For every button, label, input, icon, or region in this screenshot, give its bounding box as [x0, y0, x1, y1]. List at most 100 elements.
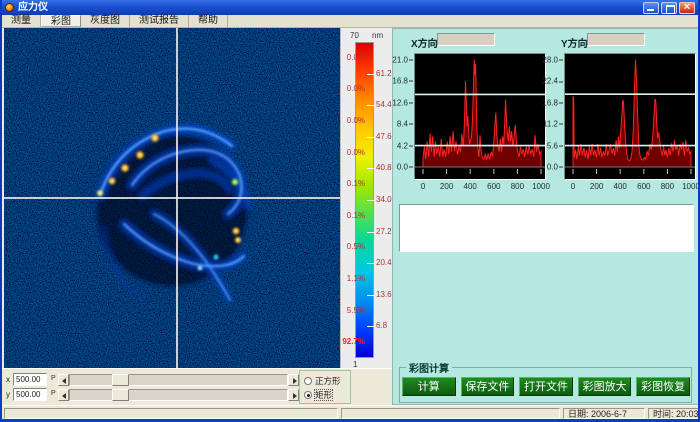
x-scrollbar-track[interactable]: [69, 374, 288, 386]
colorbar-value-label: 6.8: [376, 321, 388, 331]
client-area: 70 nm 1 61.2 54.4 47.6 40.8 34.0 27.2 20.4 13.6…: [2, 28, 700, 405]
colorbar-percent-label: 5.5%: [346, 305, 365, 315]
crosshair-horizontal[interactable]: [4, 197, 340, 199]
x-scroll-left-arrow[interactable]: [58, 374, 69, 386]
colorbar: 70 nm 1 61.2 54.4 47.6 40.8 34.0 27.2 20.4 13.6…: [340, 28, 392, 369]
calc-button-4[interactable]: 彩图恢复: [636, 377, 690, 396]
menu-bar: 测量 彩图 灰度图 测试报告 帮助: [2, 15, 698, 28]
status-date: 日期: 2006-6-7: [563, 408, 645, 419]
x-tick-label: 1000: [682, 182, 700, 191]
colorbar-value-label: 61.2: [376, 68, 392, 78]
menu-item-0[interactable]: 测量: [2, 15, 41, 27]
x-tick-label: 0: [570, 182, 576, 191]
y-axis-label: y: [6, 390, 10, 399]
colorbar-value-label: 20.4: [376, 258, 392, 268]
x-direction-value-input[interactable]: [437, 33, 495, 46]
status-panel-left: [4, 408, 338, 419]
calc-button-3[interactable]: 彩图放大: [577, 377, 632, 396]
y-tick-label: 21.0: [392, 55, 413, 64]
colorbar-percent-label: 0.0%: [346, 116, 365, 125]
colorbar-tick: [367, 326, 374, 328]
colorbar-percent-label: 0.5%: [346, 242, 365, 252]
colorbar-percent-label: 0.0%: [346, 147, 365, 157]
menu-item-3[interactable]: 测试报告: [130, 15, 189, 27]
y-tick-label: 12.6: [392, 98, 413, 107]
status-bar: 日期: 2006-6-7 时间: 20:03:45: [2, 405, 698, 419]
shape-radio-0[interactable]: 正方形: [304, 375, 341, 387]
colorbar-tick: [367, 73, 374, 75]
y-tick-label: 4.2: [397, 141, 413, 150]
colorbar-tick: [367, 136, 374, 138]
x-axis-label: x: [6, 375, 10, 384]
title-bar: 应力仪: [2, 0, 698, 15]
app-window: 应力仪 测量彩图灰度图测试报告帮助: [0, 0, 700, 422]
menu-item-4[interactable]: 帮助: [189, 15, 228, 27]
radio-circle-icon: [304, 391, 312, 399]
x-position-input[interactable]: [13, 373, 47, 386]
restore-button[interactable]: [661, 1, 677, 14]
colorbar-max-label: 70: [350, 31, 359, 40]
x-direction-chart[interactable]: [414, 53, 546, 180]
calc-button-1[interactable]: 保存文件: [460, 377, 515, 396]
status-time: 时间: 20:03:45: [648, 408, 698, 419]
x-tick-label: 800: [510, 182, 525, 191]
calc-buttons: 计算 保存文件 打开文件 彩图放大 彩图恢复: [402, 377, 690, 396]
shape-radio-1[interactable]: 矩形: [304, 389, 334, 401]
menu-item-1[interactable]: 彩图: [41, 15, 81, 27]
y-tick-label: 0.0: [397, 163, 413, 172]
colorbar-tick: [367, 294, 374, 296]
x-spin-label: P: [51, 375, 56, 382]
y-tick-label: 16.8: [392, 77, 413, 86]
y-scrollbar-track[interactable]: [69, 389, 288, 401]
position-controls: x P y P 正方形矩形: [2, 368, 392, 405]
shape-radio-group: 正方形 矩形: [299, 370, 351, 404]
result-text-area[interactable]: [399, 204, 694, 252]
y-spin-label: P: [51, 390, 56, 397]
colorbar-percent-label: 1.1%: [346, 274, 365, 283]
minimize-button[interactable]: [643, 1, 659, 14]
y-direction-value-input[interactable]: [587, 33, 645, 46]
x-tick-label: 400: [613, 182, 627, 191]
heatmap-view[interactable]: [4, 28, 340, 368]
y-scroll-right-arrow[interactable]: [288, 389, 299, 401]
x-tick-label: 1000: [532, 182, 550, 191]
x-chart-y-axis: 21.0 16.8 12.6 8.4 4.2 0.0: [392, 53, 413, 180]
colorbar-tick: [367, 105, 374, 107]
y-chart-y-axis: 28.0 22.4 16.8 11.2 5.6 0.0: [542, 53, 563, 180]
radio-label: 正方形: [315, 376, 341, 386]
x-tick-label: 200: [589, 182, 604, 191]
y-tick-label: 22.4: [542, 77, 563, 86]
close-button[interactable]: [679, 1, 695, 14]
y-direction-label: Y方向: [561, 39, 588, 50]
x-scrollbar-thumb[interactable]: [112, 374, 129, 386]
menu-item-2[interactable]: 灰度图: [81, 15, 130, 27]
y-position-input[interactable]: [13, 388, 47, 401]
calc-button-0[interactable]: 计算: [402, 377, 456, 396]
colorbar-value-label: 47.6: [376, 131, 392, 141]
y-tick-label: 28.0: [542, 55, 563, 64]
window-title: 应力仪: [18, 2, 48, 13]
y-tick-label: 0.0: [547, 163, 563, 172]
y-scrollbar-thumb[interactable]: [112, 389, 129, 401]
colorbar-tick: [367, 200, 374, 201]
y-direction-chart[interactable]: [564, 53, 696, 180]
calc-group-title: 彩图计算: [406, 360, 452, 375]
colorbar-value-label: 40.8: [376, 163, 392, 173]
calc-button-2[interactable]: 打开文件: [519, 377, 573, 396]
colorbar-percent-label: 0.0%: [346, 84, 365, 94]
y-tick-label: 11.2: [543, 120, 563, 129]
y-scroll-left-arrow[interactable]: [58, 389, 69, 401]
x-tick-label: 600: [637, 182, 651, 191]
colorbar-value-label: 13.6: [376, 289, 392, 299]
colorbar-percent-label: 0.0%: [346, 52, 365, 62]
app-icon: [5, 3, 14, 12]
x-scroll-right-arrow[interactable]: [288, 374, 299, 386]
x-tick-label: 600: [487, 182, 501, 191]
colorbar-percent-label: 92.7%: [342, 337, 365, 347]
colorbar-tick: [367, 263, 374, 265]
colorbar-percent-label: 0.1%: [346, 179, 365, 189]
x-direction-label: X方向: [411, 39, 438, 50]
x-tick-label: 200: [439, 182, 454, 191]
radio-label: 矩形: [313, 389, 334, 401]
colorbar-value-label: 34.0: [376, 195, 392, 204]
